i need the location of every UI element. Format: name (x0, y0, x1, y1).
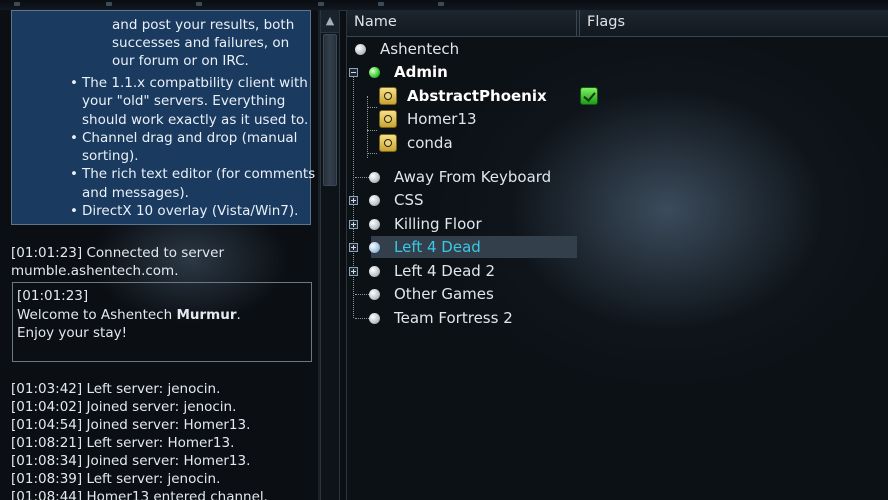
welcome-text: [01:01:23] Welcome to Ashentech Murmur. … (17, 287, 241, 343)
news-feature-item: Channel drag and drop (manual sorting). (70, 129, 318, 166)
user-abstractphoenix[interactable]: AbstractPhoenix (347, 85, 888, 107)
tree-header: Name Flags (347, 10, 888, 37)
channel-admin[interactable]: Admin (347, 61, 888, 83)
channel-label: Away From Keyboard (394, 168, 552, 186)
user-label: AbstractPhoenix (407, 87, 547, 105)
user-label: Homer13 (407, 110, 477, 128)
channel-tree[interactable]: Ashentech Admin AbstractPhoenix Homer13 … (347, 36, 888, 500)
expand-icon[interactable] (349, 220, 358, 229)
speaker-icon (379, 134, 397, 152)
welcome-prefix: Welcome to Ashentech (17, 306, 177, 323)
collapse-icon[interactable] (349, 68, 358, 77)
scrollbar-thumb[interactable] (323, 34, 337, 186)
toolbar-stub-icon (14, 2, 20, 6)
column-header-name[interactable]: Name (347, 10, 577, 36)
channel-label: Left 4 Dead 2 (394, 262, 496, 280)
channel-dot-icon (369, 313, 380, 324)
channel-team-fortress-2[interactable]: Team Fortress 2 (347, 307, 888, 329)
log-entry: [01:04:54] Joined server: Homer13. (11, 417, 251, 433)
news-feature-list: The 1.1.x compatbility client with your … (70, 74, 318, 221)
channel-label: Admin (394, 63, 448, 81)
log-entry: [01:08:21] Left server: Homer13. (11, 435, 235, 451)
channel-label: Other Games (394, 285, 494, 303)
server-name: Murmur (176, 306, 237, 323)
channel-away-from-keyboard[interactable]: Away From Keyboard (347, 166, 888, 188)
tree-guide-line (367, 130, 377, 131)
channel-left-4-dead-2[interactable]: Left 4 Dead 2 (347, 260, 888, 282)
channel-left-4-dead[interactable]: Left 4 Dead (347, 236, 888, 258)
welcome-line3: Enjoy your stay! (17, 325, 128, 341)
speaker-icon (379, 87, 397, 105)
server-welcome-message: [01:01:23] Welcome to Ashentech Murmur. … (12, 282, 312, 362)
channel-dot-icon (369, 242, 380, 253)
expand-icon[interactable] (349, 196, 358, 205)
checkmark-icon (580, 87, 598, 105)
log-entry: [01:08:44] Homer13 entered channel. (11, 489, 268, 500)
channel-dot-icon (355, 44, 366, 55)
log-entry: [01:08:34] Joined server: Homer13. (11, 453, 251, 469)
toolbar-stub-icon (438, 2, 444, 6)
welcome-news-box: and post your results, both successes an… (11, 10, 315, 225)
welcome-suffix: . (236, 306, 241, 323)
toolbar-stub-icon (318, 2, 324, 6)
user-homer13[interactable]: Homer13 (347, 108, 888, 130)
channel-label: Team Fortress 2 (394, 309, 513, 327)
news-feature-item: The rich text editor (for comments and m… (70, 165, 318, 202)
channel-label: Killing Floor (394, 215, 482, 233)
column-header-flags[interactable]: Flags (579, 10, 888, 36)
tree-root-ashentech[interactable]: Ashentech (347, 38, 888, 60)
channel-label: CSS (394, 191, 424, 209)
root-channel-label: Ashentech (380, 40, 460, 58)
news-continuation-text: and post your results, both successes an… (112, 17, 295, 69)
toolbar-stub-icon (378, 2, 384, 6)
welcome-timestamp: [01:01:23] (17, 288, 89, 304)
toolbar-stub-icon (196, 2, 202, 6)
log-entry: [01:08:39] Left server: jenocin. (11, 471, 221, 487)
channel-tree-pane[interactable]: Name Flags Ashentech Admin AbstractPhoen… (346, 10, 888, 500)
channel-dot-icon (369, 289, 380, 300)
user-conda[interactable]: conda (347, 132, 888, 154)
log-entry: [01:03:42] Left server: jenocin. (11, 381, 221, 397)
log-scrollbar[interactable]: ▲ (320, 10, 340, 500)
speaker-icon (379, 110, 397, 128)
channel-dot-icon (369, 195, 380, 206)
log-entry: [01:04:02] Joined server: jenocin. (11, 399, 237, 415)
channel-other-games[interactable]: Other Games (347, 283, 888, 305)
log-connected-line: [01:01:23] Connected to server (11, 245, 225, 261)
log-server-address: mumble.ashentech.com. (11, 263, 179, 279)
channel-css[interactable]: CSS (347, 189, 888, 211)
chat-log-pane[interactable]: and post your results, both successes an… (0, 10, 318, 500)
news-feature-item: The 1.1.x compatbility client with your … (70, 74, 318, 129)
channel-dot-icon (369, 172, 380, 183)
selected-channel-label: Left 4 Dead (394, 238, 481, 256)
talking-channel-icon (369, 67, 380, 78)
expand-icon[interactable] (349, 267, 358, 276)
news-feature-item: DirectX 10 overlay (Vista/Win7). (70, 202, 318, 221)
channel-killing-floor[interactable]: Killing Floor (347, 213, 888, 235)
channel-dot-icon (369, 266, 380, 277)
scroll-up-icon[interactable]: ▲ (321, 10, 339, 33)
user-label: conda (407, 134, 453, 152)
channel-dot-icon (369, 219, 380, 230)
expand-icon[interactable] (349, 243, 358, 252)
toolbar-stub-icon (106, 2, 112, 6)
